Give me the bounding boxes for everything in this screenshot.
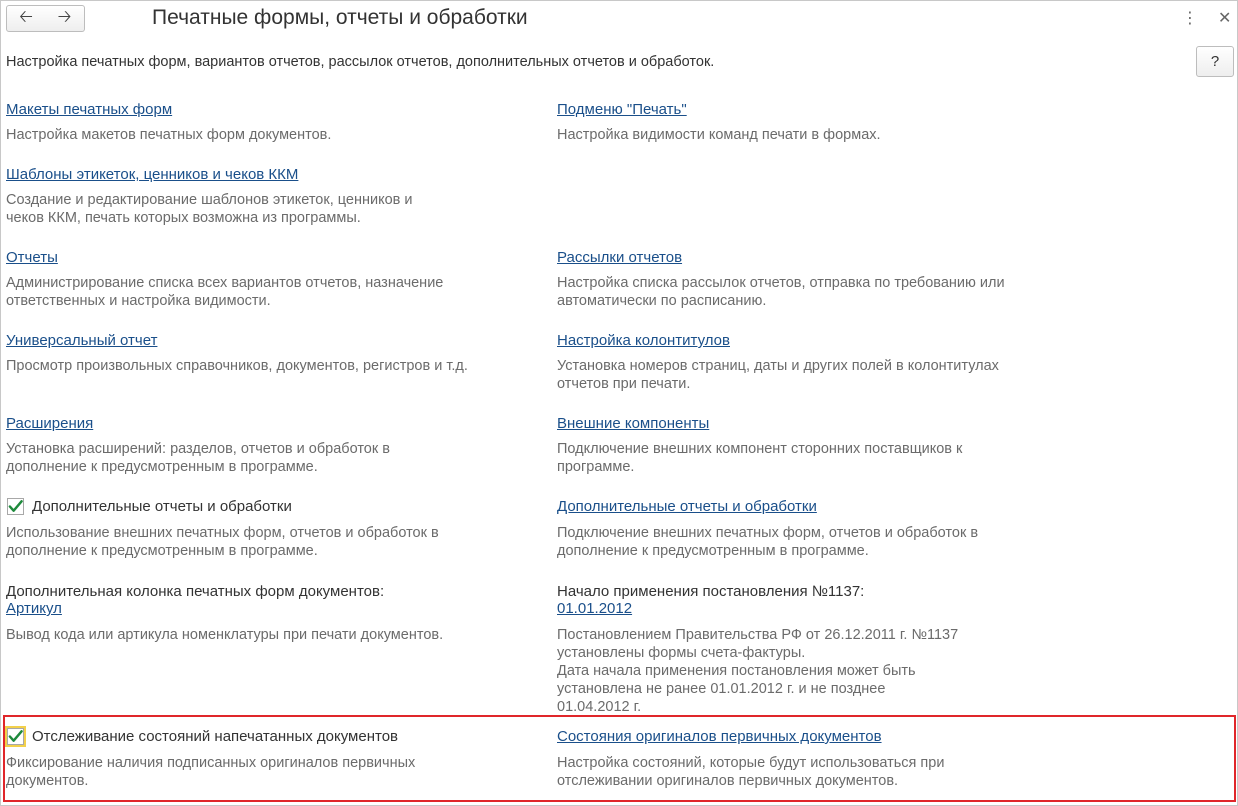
headers-footers-link[interactable]: Настройка колонтитулов: [557, 332, 730, 349]
close-icon[interactable]: ✕: [1218, 8, 1231, 28]
print-layouts-desc: Настройка макетов печатных форм документ…: [6, 127, 332, 143]
universal-report-link[interactable]: Универсальный отчет: [6, 332, 157, 349]
report-mailings-desc: Настройка списка рассылок отчетов, отпра…: [557, 275, 1005, 309]
page-title: Печатные формы, отчеты и обработки: [152, 6, 528, 29]
extra-column-desc: Вывод кода или артикула номенклатуры при…: [6, 627, 444, 643]
additional-reports-link[interactable]: Дополнительные отчеты и обработки: [557, 498, 817, 515]
additional-reports-checkbox[interactable]: [7, 498, 24, 515]
resolution-1137-desc: Постановлением Правительства РФ от 26.12…: [557, 627, 959, 715]
tracking-desc: Фиксирование наличия подписанных оригина…: [6, 755, 416, 789]
label-templates-link[interactable]: Шаблоны этикеток, ценников и чеков ККМ: [6, 166, 298, 183]
resolution-1137-label: Начало применения постановления №1137:: [557, 583, 865, 600]
back-button[interactable]: 🡠: [6, 5, 46, 32]
external-components-desc: Подключение внешних компонент сторонних …: [557, 441, 963, 475]
print-submenu-link[interactable]: Подменю "Печать": [557, 101, 687, 118]
arrow-right-icon: 🡢: [57, 7, 72, 26]
external-components-link[interactable]: Внешние компоненты: [557, 415, 709, 432]
checkmark-icon: [8, 730, 23, 742]
original-states-link[interactable]: Состояния оригиналов первичных документо…: [557, 728, 882, 745]
additional-reports-label: Дополнительные отчеты и обработки: [32, 498, 292, 515]
print-submenu-desc: Настройка видимости команд печати в форм…: [557, 127, 881, 143]
resolution-1137-date-link[interactable]: 01.01.2012: [557, 600, 632, 617]
report-mailings-link[interactable]: Рассылки отчетов: [557, 249, 682, 266]
tracking-checkbox[interactable]: [5, 726, 26, 747]
extensions-link[interactable]: Расширения: [6, 415, 93, 432]
forward-button[interactable]: 🡢: [45, 5, 85, 32]
original-states-desc: Настройка состояний, которые будут испол…: [557, 755, 945, 789]
additional-reports-desc: Использование внешних печатных форм, отч…: [6, 525, 439, 559]
extra-column-value-link[interactable]: Артикул: [6, 600, 62, 617]
tracking-label: Отслеживание состояний напечатанных доку…: [32, 728, 398, 745]
universal-report-desc: Просмотр произвольных справочников, доку…: [6, 358, 468, 374]
more-vertical-icon[interactable]: ⋮: [1182, 8, 1198, 28]
print-layouts-link[interactable]: Макеты печатных форм: [6, 101, 172, 118]
reports-desc: Администрирование списка всех вариантов …: [6, 275, 444, 309]
page-description: Настройка печатных форм, вариантов отчет…: [6, 54, 715, 70]
additional-reports-link-desc: Подключение внешних печатных форм, отчет…: [557, 525, 979, 559]
extra-column-label: Дополнительная колонка печатных форм док…: [6, 583, 385, 600]
help-button[interactable]: ?: [1196, 46, 1234, 77]
label-templates-desc: Создание и редактирование шаблонов этике…: [6, 192, 413, 226]
reports-link[interactable]: Отчеты: [6, 249, 58, 266]
extensions-desc: Установка расширений: разделов, отчетов …: [6, 441, 390, 475]
arrow-left-icon: 🡠: [19, 7, 33, 26]
headers-footers-desc: Установка номеров страниц, даты и других…: [557, 358, 999, 392]
checkmark-icon: [8, 500, 23, 512]
